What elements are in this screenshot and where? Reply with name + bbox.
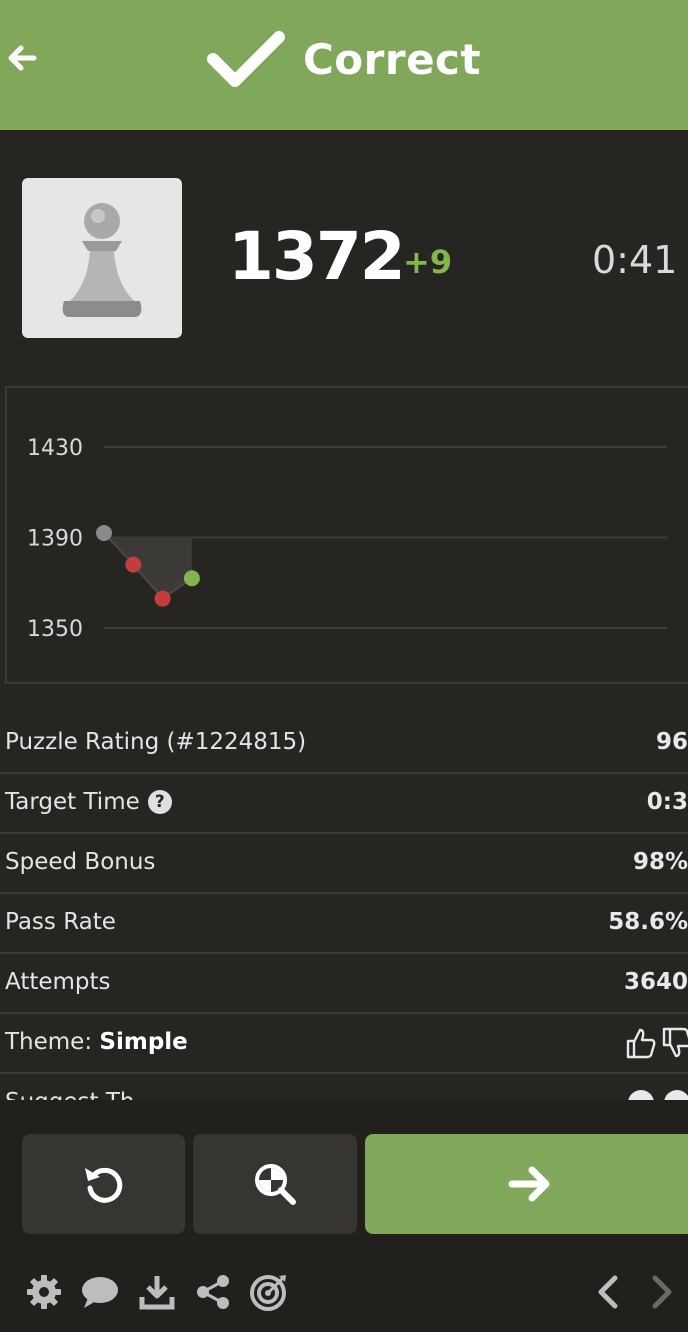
stat-label: Attempts xyxy=(5,969,111,995)
chat-tool[interactable] xyxy=(80,1270,120,1314)
stat-row-attempts: Attempts 3640 xyxy=(0,954,688,1014)
stat-label-wrap: Target Time? xyxy=(5,789,172,815)
y-tick-label: 1350 xyxy=(27,617,83,642)
stat-row-puzzle-rating: Puzzle Rating (#1224815) 96 xyxy=(0,714,688,774)
rating-point xyxy=(154,590,171,607)
result-header: Correct xyxy=(0,0,688,130)
pawn-avatar xyxy=(22,178,182,338)
retry-button[interactable] xyxy=(22,1134,185,1234)
header-title: Correct xyxy=(302,34,482,84)
suggest-circle-icon[interactable] xyxy=(660,1086,688,1100)
suggest-circle-icon[interactable] xyxy=(624,1086,658,1100)
stat-label: Target Time xyxy=(5,789,140,815)
bottom-toolbar xyxy=(0,1270,688,1314)
stat-row-theme: Theme: Simple xyxy=(0,1014,688,1074)
theme-value: Simple xyxy=(99,1029,188,1055)
gear-icon xyxy=(27,1275,61,1309)
theme-prefix: Theme: xyxy=(5,1029,100,1055)
puzzle-rating: 1372 xyxy=(228,218,406,295)
stat-label: Pass Rate xyxy=(5,909,116,935)
stat-label: Suggest Th xyxy=(5,1089,134,1100)
next-button[interactable] xyxy=(642,1270,682,1314)
stat-label: Puzzle Rating (#1224815) xyxy=(5,729,307,755)
bottom-bar xyxy=(0,1100,688,1332)
settings-tool[interactable] xyxy=(24,1270,64,1314)
chat-icon xyxy=(82,1277,118,1308)
thumbs-down-icon[interactable] xyxy=(660,1026,688,1060)
rating-chart: 1430 1390 1350 xyxy=(5,386,688,684)
target-tool[interactable] xyxy=(249,1270,289,1314)
arrow-right-icon xyxy=(508,1166,550,1202)
thumbs-up-icon[interactable] xyxy=(624,1026,658,1060)
checkmark-icon xyxy=(206,31,285,87)
y-tick-label: 1430 xyxy=(27,436,83,461)
rating-area xyxy=(104,532,192,599)
analyze-button[interactable] xyxy=(193,1134,357,1234)
rating-point xyxy=(125,556,142,573)
stat-value: 96 xyxy=(655,729,688,755)
target-icon xyxy=(250,1275,286,1311)
share-tool[interactable] xyxy=(193,1270,233,1314)
help-icon[interactable]: ? xyxy=(147,790,172,814)
rating-chart-svg: 1430 1390 1350 xyxy=(27,436,667,642)
stat-value: 58.6% xyxy=(608,909,688,935)
stat-row-speed-bonus: Speed Bonus 98% xyxy=(0,834,688,894)
pawn-icon xyxy=(62,203,142,317)
rating-delta: +9 xyxy=(403,243,453,281)
header-title-group: Correct xyxy=(0,24,688,94)
chevron-right-icon xyxy=(652,1275,672,1309)
stat-row-suggest-theme: Suggest Th xyxy=(0,1074,688,1100)
retry-icon xyxy=(84,1167,122,1203)
share-icon xyxy=(197,1275,229,1309)
stat-row-pass-rate: Pass Rate 58.6% xyxy=(0,894,688,954)
theme-label: Theme: Simple xyxy=(5,1029,188,1055)
download-icon xyxy=(139,1276,175,1310)
rating-point xyxy=(96,524,112,541)
y-tick-label: 1390 xyxy=(27,527,83,552)
suggest-icons xyxy=(624,1086,688,1100)
stat-value: 98% xyxy=(632,849,688,875)
stat-row-target-time: Target Time? 0:3 xyxy=(0,774,688,834)
stat-label: Speed Bonus xyxy=(5,849,156,875)
analysis-magnifier-icon xyxy=(255,1164,296,1205)
download-tool[interactable] xyxy=(137,1270,177,1314)
next-puzzle-button[interactable] xyxy=(365,1134,688,1234)
previous-button[interactable] xyxy=(588,1270,628,1314)
puzzle-stats: Puzzle Rating (#1224815) 96 Target Time?… xyxy=(0,714,688,1100)
stat-value: 0:3 xyxy=(646,789,688,815)
chevron-left-icon xyxy=(598,1275,618,1309)
rating-point xyxy=(183,570,200,587)
stat-value: 3640 xyxy=(623,969,688,995)
timer: 0:41 xyxy=(592,238,678,282)
theme-vote xyxy=(624,1026,688,1060)
